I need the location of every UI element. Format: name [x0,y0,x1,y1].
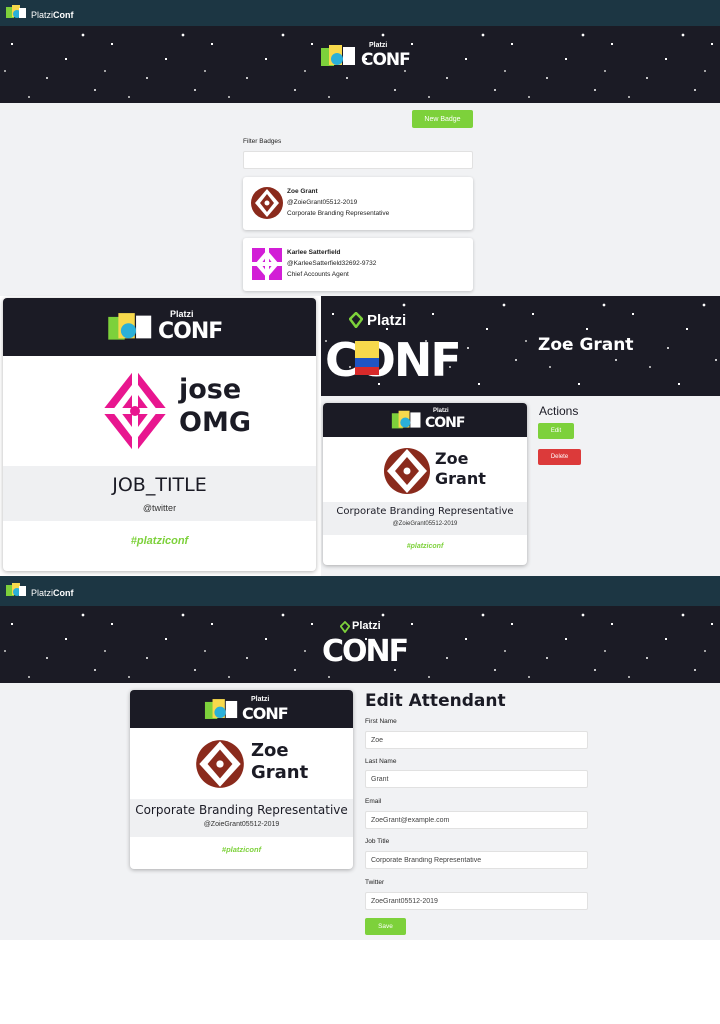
list-item[interactable]: Zoe Grant @ZoieGrant05512-2019 Corporate… [243,177,473,230]
colombia-flag-icon [355,341,379,375]
first-name-field[interactable] [365,731,588,749]
conf-logo-icon [5,4,27,25]
badge-header: Platzi CONF [130,690,353,728]
badge-twitter: @ZoieGrant05512-2019 [287,199,358,206]
platzi-conf-logo: Platzi CONF [322,620,409,669]
twitter-label: Twitter [365,879,385,886]
badge-twitter: @ZoieGrant05512-2019 [392,521,458,527]
avatar [251,187,283,219]
badge-first-name: Zoe [251,740,289,761]
edit-button[interactable]: Edit [538,423,574,439]
badge-job: Corporate Branding Representative [287,210,390,217]
last-name-field[interactable] [365,770,588,788]
job-title-field[interactable] [365,851,588,869]
details-hero: Platzi CONF Zoe Grant [321,296,720,396]
conf-logo-icon [108,313,152,340]
navbar-brand[interactable]: PlatziConf [5,582,74,603]
filter-input[interactable] [243,151,473,169]
details-hero-name: Zoe Grant [538,335,634,355]
badge-name: Zoe Grant [287,188,318,195]
edit-page [0,683,720,940]
platzi-logo-icon [349,312,363,328]
actions-title: Actions [539,404,579,418]
page-title: Edit Attendant [365,691,506,711]
job-title-label: Job Title [365,838,390,845]
badge-twitter: @KarleeSatterfield32692-9732 [287,260,377,267]
badge-name: Karlee Satterfield [287,249,341,256]
navbar: PlatziConf [0,576,720,606]
badge-hashtag: #platziconf [130,535,189,547]
platzi-conf-logo: Platzi CONF [325,312,462,387]
edit-badge-preview: Platzi CONF Zoe Grant Corporate Branding… [130,690,353,869]
badge-last-name: Grant [251,762,309,783]
badge-twitter: @twitter [142,503,177,513]
filter-label: Filter Badges [243,138,282,145]
badge-header: Platzi CONF [3,298,316,356]
badge-job-title: Corporate Branding Representative [135,803,348,817]
first-name-label: First Name [365,718,397,725]
badge-twitter: @ZoieGrant05512-2019 [203,821,280,828]
save-button[interactable]: Save [365,918,406,935]
badge-job-title: JOB_TITLE [112,474,207,496]
badge-last-name: OMG [179,407,251,438]
badge-hashtag: #platziconf [406,543,444,550]
badge-info-section: Corporate Branding Representative @ZoieG… [130,799,353,837]
badge-hashtag: #platziconf [221,845,262,854]
platzi-conf-logo: Platzi CONF [320,42,411,70]
email-label: Email [365,798,382,805]
navbar-brand[interactable]: PlatziConf [5,4,74,25]
conf-logo-icon [321,45,355,66]
badge-first-name: Zoe [435,449,469,468]
new-badge-preview: Platzi CONF jose OMG JOB_TITLE @twitter … [3,298,316,571]
email-field[interactable] [365,811,588,829]
badge-header: Platzi CONF [323,403,527,437]
avatar [102,369,168,453]
details-badge: Platzi CONF Zoe Grant Corporate Branding… [323,403,527,565]
conf-logo-icon [5,582,27,603]
badge-first-name: jose [179,374,242,405]
new-badge-button[interactable]: New Badge [412,110,473,128]
badge-info-section: Corporate Branding Representative @ZoieG… [323,502,527,535]
badge-job-title: Corporate Branding Representative [336,506,514,517]
last-name-label: Last Name [365,758,397,765]
conf-logo-icon [204,699,238,719]
avatar [252,248,282,280]
navbar: PlatziConf [0,0,720,26]
badge-info-section: JOB_TITLE @twitter [3,466,316,521]
conf-logo-icon [391,410,421,429]
list-item[interactable]: Karlee Satterfield @KarleeSatterfield326… [243,238,473,291]
badge-job: Chief Accounts Agent [287,271,349,278]
avatar [196,740,244,788]
badge-last-name: Grant [435,469,486,488]
platzi-logo-icon [340,621,350,633]
delete-button[interactable]: Delete [538,449,581,465]
hero-banner: Platzi CONF [0,606,720,683]
avatar [384,448,430,494]
hero-banner: Platzi CONF [0,26,720,103]
twitter-field[interactable] [365,892,588,910]
